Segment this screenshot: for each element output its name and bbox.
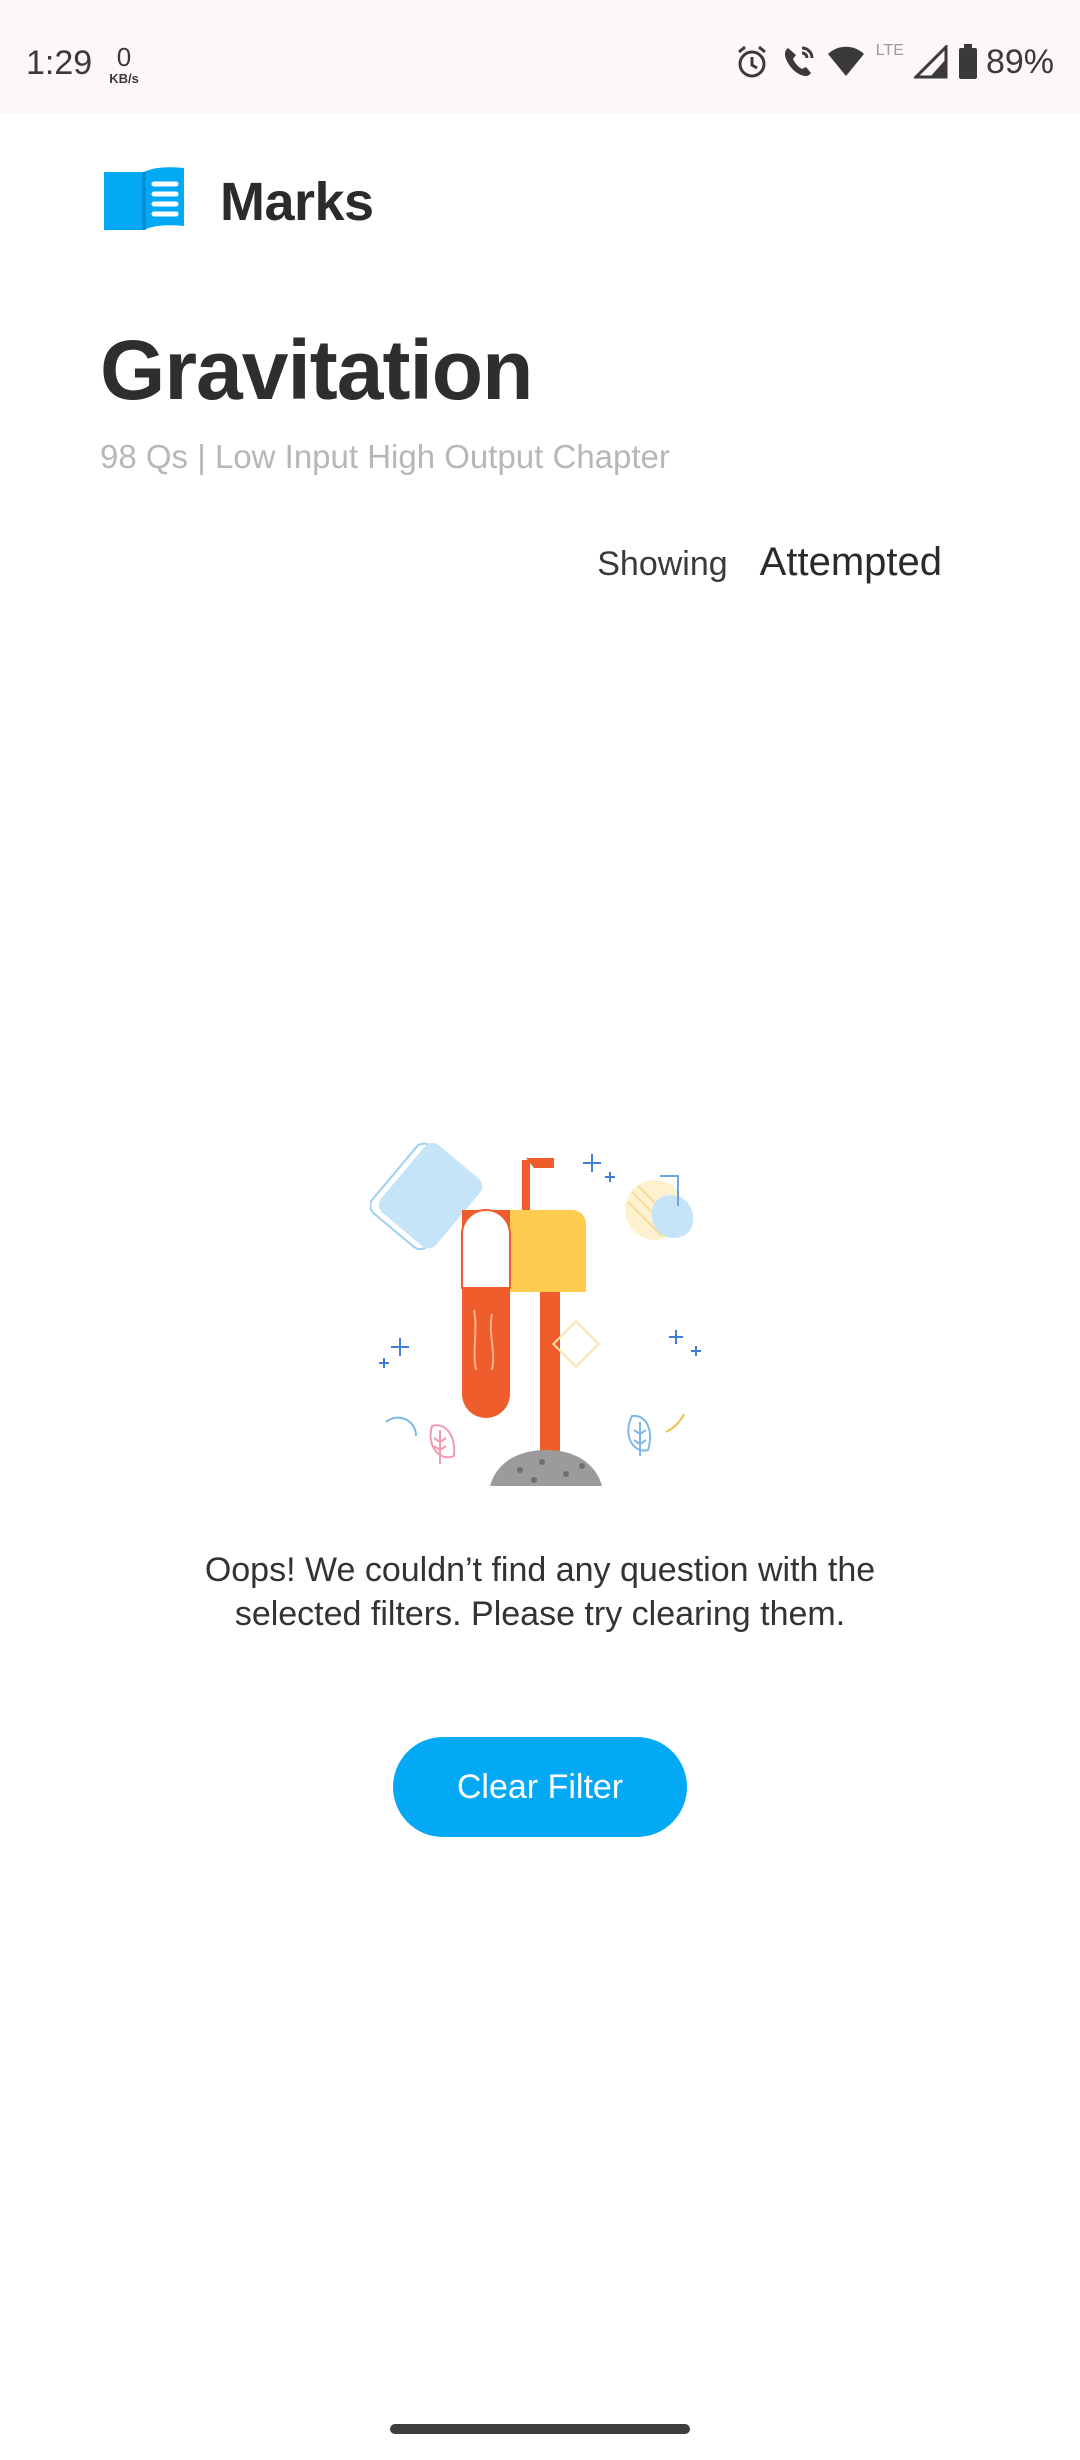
lte-label: LTE (875, 42, 904, 59)
network-speed-value: 0 (116, 42, 132, 72)
page-title: Gravitation (100, 323, 533, 417)
app-brand: Marks (102, 166, 374, 237)
wifi-icon (826, 44, 866, 80)
filter-value[interactable]: Attempted (760, 540, 942, 585)
filter-selector[interactable]: Showing Attempted (597, 540, 942, 585)
empty-state-line-1: Oops! We couldn’t find any question with… (204, 1551, 876, 1589)
mailbox-illustration (369, 1130, 730, 1486)
empty-state-message: Oops! We couldn’t find any question with… (140, 1548, 940, 1636)
filter-label: Showing (597, 545, 728, 583)
gesture-nav-handle[interactable] (390, 2424, 690, 2434)
network-speed: 0 KB/s (104, 44, 144, 85)
cell-signal-icon (913, 45, 948, 79)
status-icons: LTE 89% (734, 42, 1054, 82)
network-speed-unit: KB/s (109, 71, 139, 86)
empty-state-line-2: selected filters. Please try clearing th… (234, 1595, 846, 1633)
battery-icon (958, 44, 978, 80)
status-bar: 1:29 0 KB/s LTE 89% (0, 0, 1080, 114)
chapter-subtitle: 98 Qs | Low Input High Output Chapter (100, 438, 670, 475)
status-time: 1:29 (26, 44, 93, 82)
app-name: Marks (220, 171, 374, 232)
clear-filter-button[interactable]: Clear Filter (393, 1737, 687, 1837)
open-book-icon (102, 166, 186, 237)
alarm-icon (734, 44, 770, 80)
battery-percent: 89% (985, 42, 1054, 81)
wifi-calling-icon (780, 44, 816, 80)
